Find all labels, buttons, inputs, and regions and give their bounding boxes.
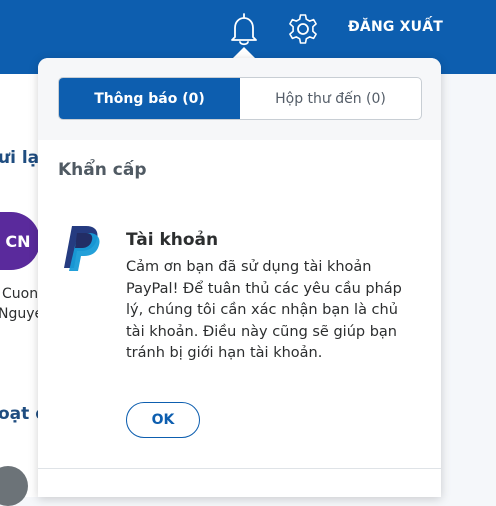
background-name-fragment-2: Nguye <box>0 306 44 322</box>
logout-link[interactable]: ĐĂNG XUẤT <box>348 19 443 35</box>
divider <box>38 468 441 469</box>
notification-message: Cảm ơn bạn đã sử dụng tài khoản PayPal! … <box>126 259 402 361</box>
bell-icon[interactable] <box>228 12 260 46</box>
ok-button[interactable]: OK <box>126 402 200 438</box>
notifications-panel: Thông báo (0) Hộp thư đến (0) Khẩn cấp T… <box>38 58 441 497</box>
notification-title: Tài khoản <box>126 230 219 250</box>
gear-icon[interactable] <box>286 12 320 46</box>
tab-notifications[interactable]: Thông báo (0) <box>59 78 240 119</box>
panel-header: Thông báo (0) Hộp thư đến (0) <box>38 58 441 140</box>
tab-inbox[interactable]: Hộp thư đến (0) <box>240 78 421 119</box>
notification-tabs: Thông báo (0) Hộp thư đến (0) <box>58 77 422 120</box>
paypal-logo-icon <box>64 226 100 271</box>
section-title-urgent: Khẩn cấp <box>58 160 147 180</box>
